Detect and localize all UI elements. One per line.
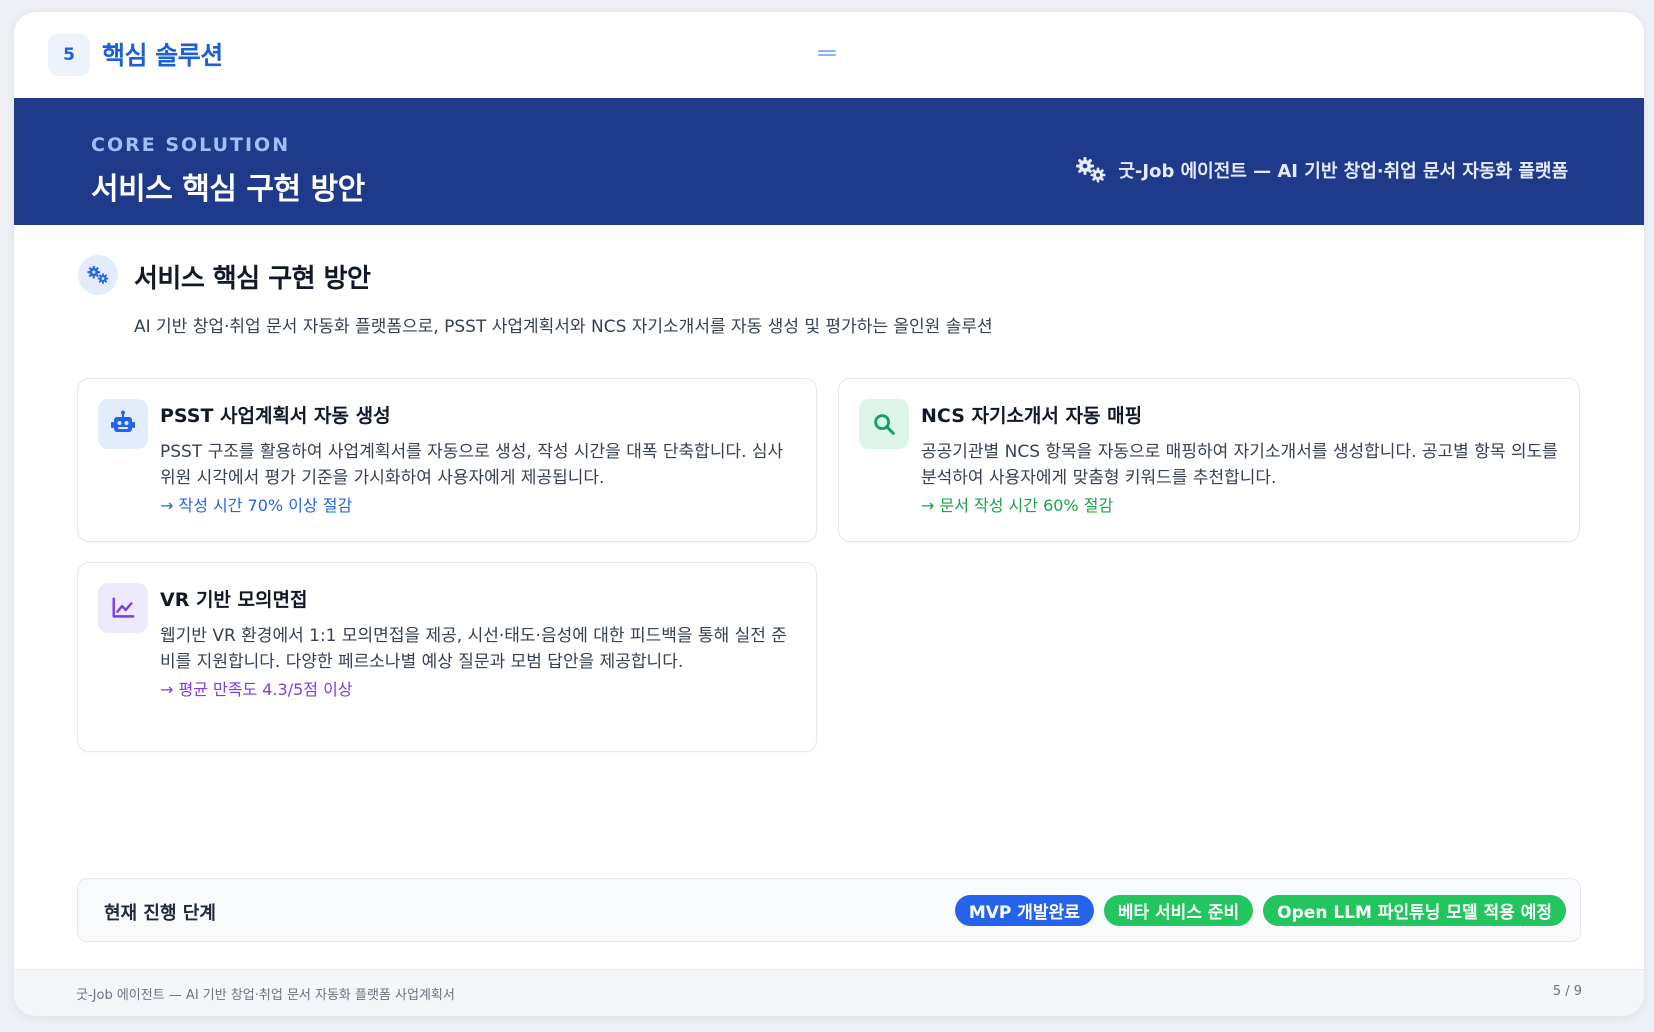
top-bar: 5 핵심 솔루션 [14, 12, 1644, 98]
progress-label: 현재 진행 단계 [104, 903, 216, 924]
banner-eyebrow: CORE SOLUTION [91, 134, 291, 156]
product-line-text: 굿-Job 에이전트 — AI 기반 창업·취업 문서 자동화 플랫폼 [1118, 161, 1568, 182]
feature-card-vr: VR 기반 모의면접 웹기반 VR 환경에서 1:1 모의면접을 제공, 시선·… [77, 562, 817, 752]
feature-card-ncs: NCS 자기소개서 자동 매핑 공공기관별 NCS 항목을 자동으로 매핑하여 … [838, 378, 1580, 542]
status-badge-beta: 베타 서비스 준비 [1103, 895, 1254, 926]
card-title: PSST 사업계획서 자동 생성 [160, 405, 391, 427]
card-metric: → 작성 시간 70% 이상 절감 [160, 496, 353, 515]
gears-icon [78, 255, 118, 295]
banner-product-line: 굿-Job 에이전트 — AI 기반 창업·취업 문서 자동화 플랫폼 [1074, 156, 1568, 184]
card-description: PSST 구조를 활용하여 사업계획서를 자동으로 생성, 작성 시간을 대폭 … [160, 442, 784, 488]
robot-icon [98, 399, 148, 449]
search-icon [859, 399, 909, 449]
card-description: 웹기반 VR 환경에서 1:1 모의면접을 제공, 시선·태도·음성에 대한 피… [160, 626, 787, 672]
section-heading: 서비스 핵심 구현 방안 [134, 264, 371, 294]
section-title: 핵심 솔루션 [102, 41, 223, 70]
card-title: NCS 자기소개서 자동 매핑 [921, 405, 1143, 427]
status-badge-mvp: MVP 개발완료 [954, 895, 1094, 926]
header-banner: CORE SOLUTION 서비스 핵심 구현 방안 굿-Job 에이전트 — … [14, 98, 1644, 225]
slide: 5 핵심 솔루션 CORE SOLUTION 서비스 핵심 구현 방안 굿-Jo… [14, 12, 1644, 1016]
status-badge-llm: Open LLM 파인튜닝 모델 적용 예정 [1263, 895, 1566, 926]
progress-strip: 현재 진행 단계 MVP 개발완료 베타 서비스 준비 Open LLM 파인튜… [77, 878, 1581, 942]
card-title: VR 기반 모의면접 [160, 589, 308, 611]
gears-icon [1076, 157, 1106, 183]
page-number-badge: 5 [48, 34, 90, 76]
menu-icon[interactable] [818, 48, 836, 60]
footer-page-counter: 5 / 9 [1552, 984, 1582, 999]
card-metric: → 평균 만족도 4.3/5점 이상 [160, 680, 353, 699]
feature-card-psst: PSST 사업계획서 자동 생성 PSST 구조를 활용하여 사업계획서를 자동… [77, 378, 817, 542]
footer-document-title: 굿-Job 에이전트 — AI 기반 창업·취업 문서 자동화 플랫폼 사업계획… [76, 988, 455, 1003]
section-description: AI 기반 창업·취업 문서 자동화 플랫폼으로, PSST 사업계획서와 NC… [134, 317, 993, 337]
card-description: 공공기관별 NCS 항목을 자동으로 매핑하여 자기소개서를 생성합니다. 공고… [921, 442, 1558, 488]
footer: 굿-Job 에이전트 — AI 기반 창업·취업 문서 자동화 플랫폼 사업계획… [14, 969, 1644, 1016]
card-metric: → 문서 작성 시간 60% 절감 [921, 496, 1114, 515]
chart-line-icon [98, 583, 148, 633]
banner-title: 서비스 핵심 구현 방안 [91, 172, 365, 207]
